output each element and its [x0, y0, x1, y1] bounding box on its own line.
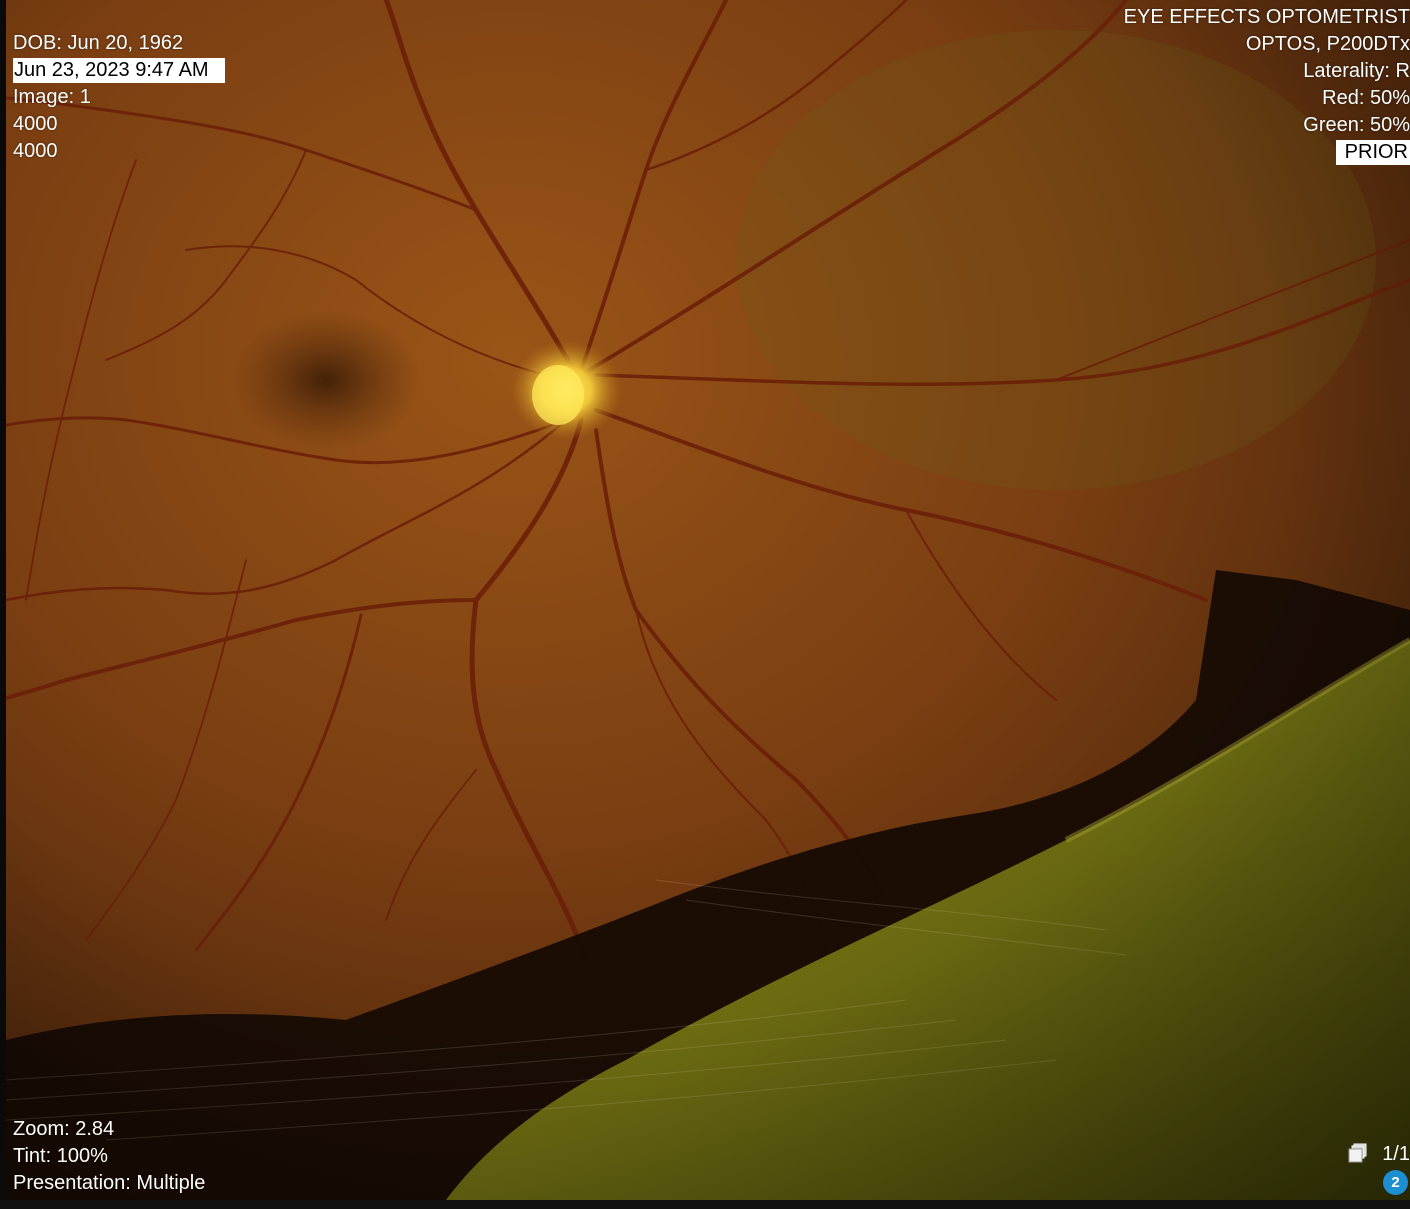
- institution-label: EYE EFFECTS OPTOMETRIST: [1123, 6, 1410, 28]
- image-viewport[interactable]: DOB: Jun 20, 1962 Jun 23, 2023 9:47 AM I…: [0, 0, 1410, 1209]
- study-datetime-label: Jun 23, 2023 9:47 AM: [13, 58, 225, 83]
- presentation-label: Presentation: Multiple: [13, 1172, 206, 1194]
- patient-info-overlay: DOB: Jun 20, 1962 Jun 23, 2023 9:47 AM I…: [13, 30, 225, 165]
- laterality-label: Laterality: R: [1303, 60, 1410, 82]
- frame-counter: 1/1: [1382, 1143, 1410, 1165]
- image-stack-icon[interactable]: [1348, 1143, 1368, 1163]
- red-channel-label: Red: 50%: [1322, 87, 1410, 109]
- zoom-label: Zoom: 2.84: [13, 1118, 115, 1140]
- image-number-label: Image: 1: [13, 86, 91, 108]
- dob-label: DOB: Jun 20, 1962: [13, 32, 184, 54]
- tint-label: Tint: 100%: [13, 1145, 108, 1167]
- series-count-badge[interactable]: 2: [1383, 1170, 1408, 1195]
- viewport-border-bottom: [0, 1200, 1410, 1209]
- display-info-overlay: Zoom: 2.84 Tint: 100% Presentation: Mult…: [13, 1116, 205, 1197]
- study-info-overlay: EYE EFFECTS OPTOMETRIST OPTOS, P200DTx L…: [1124, 4, 1410, 166]
- image-rows-label: 4000: [13, 113, 58, 135]
- device-label: OPTOS, P200DTx: [1245, 33, 1410, 55]
- image-columns-label: 4000: [13, 140, 58, 162]
- prior-badge[interactable]: PRIOR: [1335, 140, 1410, 165]
- retinal-fundus-image[interactable]: [6, 0, 1410, 1200]
- green-channel-label: Green: 50%: [1303, 114, 1410, 136]
